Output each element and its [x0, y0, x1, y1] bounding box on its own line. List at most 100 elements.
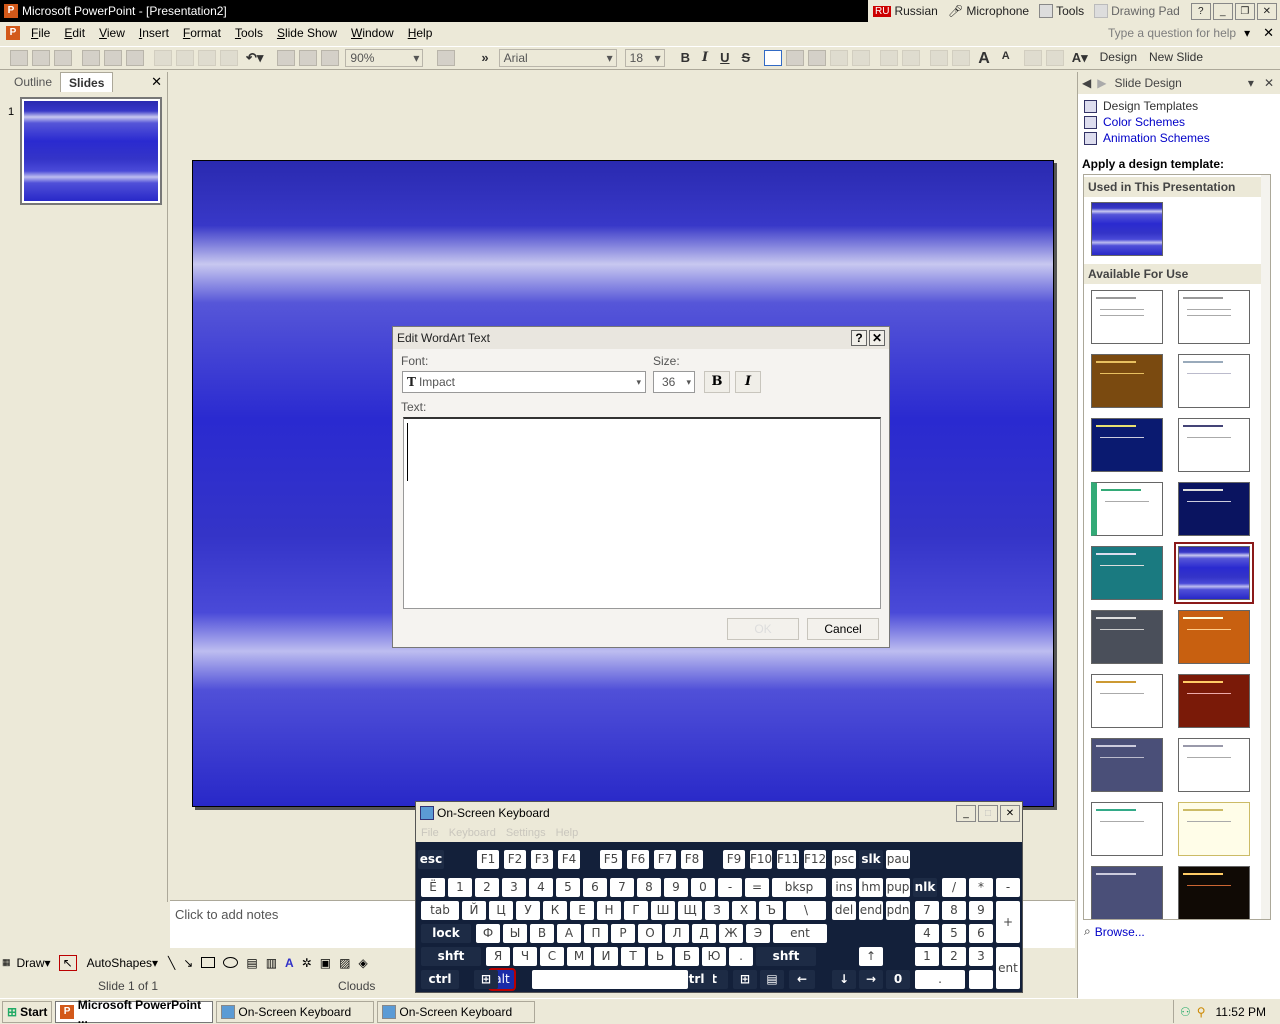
font-select[interactable]: Arial ▾: [498, 49, 617, 67]
dialog-bold-button[interactable]: B: [704, 371, 730, 393]
diagram-icon[interactable]: ✲: [302, 956, 312, 970]
align-right-icon[interactable]: [808, 50, 827, 66]
design-templates-link[interactable]: Design Templates: [1084, 99, 1198, 113]
osk-key[interactable]: /: [942, 878, 966, 897]
osk-key[interactable]: ←: [789, 970, 815, 989]
osk-key[interactable]: 4: [529, 878, 553, 897]
shadow-button[interactable]: S: [738, 50, 755, 66]
menu-view[interactable]: View: [92, 26, 132, 40]
osk-key[interactable]: shft: [756, 947, 816, 966]
rectangle-icon[interactable]: [201, 957, 216, 968]
bold-button[interactable]: B: [677, 50, 694, 66]
osk-key[interactable]: 1: [915, 947, 939, 966]
osk-space-key[interactable]: [532, 970, 688, 989]
osk-key[interactable]: shft: [421, 947, 481, 966]
template-thumb[interactable]: [1178, 674, 1250, 728]
textbox-icon[interactable]: ▤: [246, 956, 257, 970]
osk-key[interactable]: →: [859, 970, 883, 989]
osk-menu-settings[interactable]: Settings: [501, 827, 551, 839]
close-icon[interactable]: ✕: [1264, 76, 1274, 90]
size-combo[interactable]: 36 ▾: [653, 371, 695, 393]
menu-edit[interactable]: Edit: [57, 26, 92, 40]
osk-key[interactable]: 9: [969, 901, 993, 920]
template-thumb[interactable]: [1091, 802, 1163, 856]
osk-key[interactable]: Я: [486, 947, 510, 966]
osk-key[interactable]: Б: [675, 947, 699, 966]
osk-key[interactable]: 0: [691, 878, 715, 897]
paragraph-spacing-icon[interactable]: [952, 50, 971, 66]
menu-tools[interactable]: Tools: [228, 26, 270, 40]
osk-key[interactable]: 8: [942, 901, 966, 920]
decrease-font-icon[interactable]: A: [998, 50, 1014, 66]
osk-key[interactable]: [969, 970, 993, 989]
osk-key[interactable]: -: [996, 878, 1020, 897]
tab-slides[interactable]: Slides: [60, 72, 114, 92]
osk-key[interactable]: Ъ: [759, 901, 783, 920]
osk-key[interactable]: Ж: [719, 924, 743, 943]
table-icon[interactable]: [299, 50, 318, 66]
save-icon[interactable]: [54, 50, 72, 66]
osk-minimize-button[interactable]: _: [956, 804, 976, 822]
tools-button[interactable]: Tools: [1034, 0, 1089, 22]
osk-key[interactable]: end: [859, 901, 883, 920]
design-button[interactable]: Design: [1096, 50, 1141, 66]
menu-insert[interactable]: Insert: [132, 26, 176, 40]
print-icon[interactable]: [82, 50, 100, 66]
select-arrow-icon[interactable]: ↖: [58, 954, 77, 971]
underline-button[interactable]: U: [716, 50, 733, 66]
template-thumb[interactable]: [1091, 418, 1163, 472]
osk-menu-file[interactable]: File: [416, 827, 444, 839]
osk-key[interactable]: F7: [654, 850, 676, 869]
osk-key[interactable]: pup: [886, 878, 910, 897]
osk-key[interactable]: ent: [773, 924, 827, 943]
template-thumb[interactable]: [1091, 674, 1163, 728]
format-painter-icon[interactable]: [220, 50, 238, 66]
osk-key[interactable]: 7: [915, 901, 939, 920]
template-thumb[interactable]: [1178, 418, 1250, 472]
osk-key[interactable]: .: [729, 947, 753, 966]
osk-key[interactable]: Ш: [651, 901, 675, 920]
close-button[interactable]: ✕: [1256, 2, 1277, 20]
color-schemes-link[interactable]: Color Schemes: [1084, 115, 1185, 129]
dialog-close-button[interactable]: ✕: [869, 330, 885, 346]
osk-key[interactable]: Щ: [678, 901, 702, 920]
tab-outline[interactable]: Outline: [6, 72, 60, 92]
zoom-select[interactable]: 90% ▾: [345, 49, 424, 67]
help-icon[interactable]: [437, 50, 456, 66]
osk-key[interactable]: 3: [969, 947, 993, 966]
dialog-help-button[interactable]: ?: [851, 330, 867, 346]
template-thumb[interactable]: [1091, 738, 1163, 792]
picture-icon[interactable]: ▨: [339, 956, 350, 970]
osk-key[interactable]: 4: [915, 924, 939, 943]
search-icon[interactable]: ⚲: [1197, 1005, 1206, 1019]
osk-maximize-button[interactable]: □: [978, 804, 998, 822]
menu-format[interactable]: Format: [176, 26, 228, 40]
osk-menu-keyboard[interactable]: Keyboard: [444, 827, 501, 839]
back-icon[interactable]: ◀: [1082, 76, 1091, 90]
template-thumb[interactable]: [1091, 482, 1163, 536]
wordart-icon[interactable]: ▥: [266, 956, 277, 970]
undo-icon[interactable]: ↶▾: [242, 50, 267, 66]
osk-key[interactable]: F8: [681, 850, 703, 869]
template-thumb[interactable]: [1091, 546, 1163, 600]
osk-key[interactable]: 0: [886, 970, 910, 989]
osk-key[interactable]: *: [969, 878, 993, 897]
arrow-icon[interactable]: ↘: [183, 956, 193, 970]
template-used-clouds[interactable]: [1091, 202, 1163, 256]
osk-key[interactable]: 3: [502, 878, 526, 897]
template-thumb[interactable]: [1091, 610, 1163, 664]
osk-key[interactable]: pdn: [886, 901, 910, 920]
template-thumb-selected[interactable]: [1174, 542, 1254, 604]
osk-key[interactable]: F9: [723, 850, 745, 869]
osk-key[interactable]: tab: [421, 901, 459, 920]
osk-key[interactable]: С: [540, 947, 564, 966]
osk-key[interactable]: 1: [448, 878, 472, 897]
osk-key[interactable]: nlk: [913, 878, 937, 897]
language-indicator[interactable]: RU Russian: [868, 0, 943, 22]
increase-font-icon[interactable]: A: [974, 50, 994, 67]
osk-key[interactable]: del: [832, 901, 856, 920]
line-spacing-icon[interactable]: [930, 50, 949, 66]
windows-key-icon[interactable]: ⊞: [474, 970, 498, 989]
osk-key[interactable]: =: [745, 878, 769, 897]
osk-key[interactable]: esc: [418, 850, 444, 869]
